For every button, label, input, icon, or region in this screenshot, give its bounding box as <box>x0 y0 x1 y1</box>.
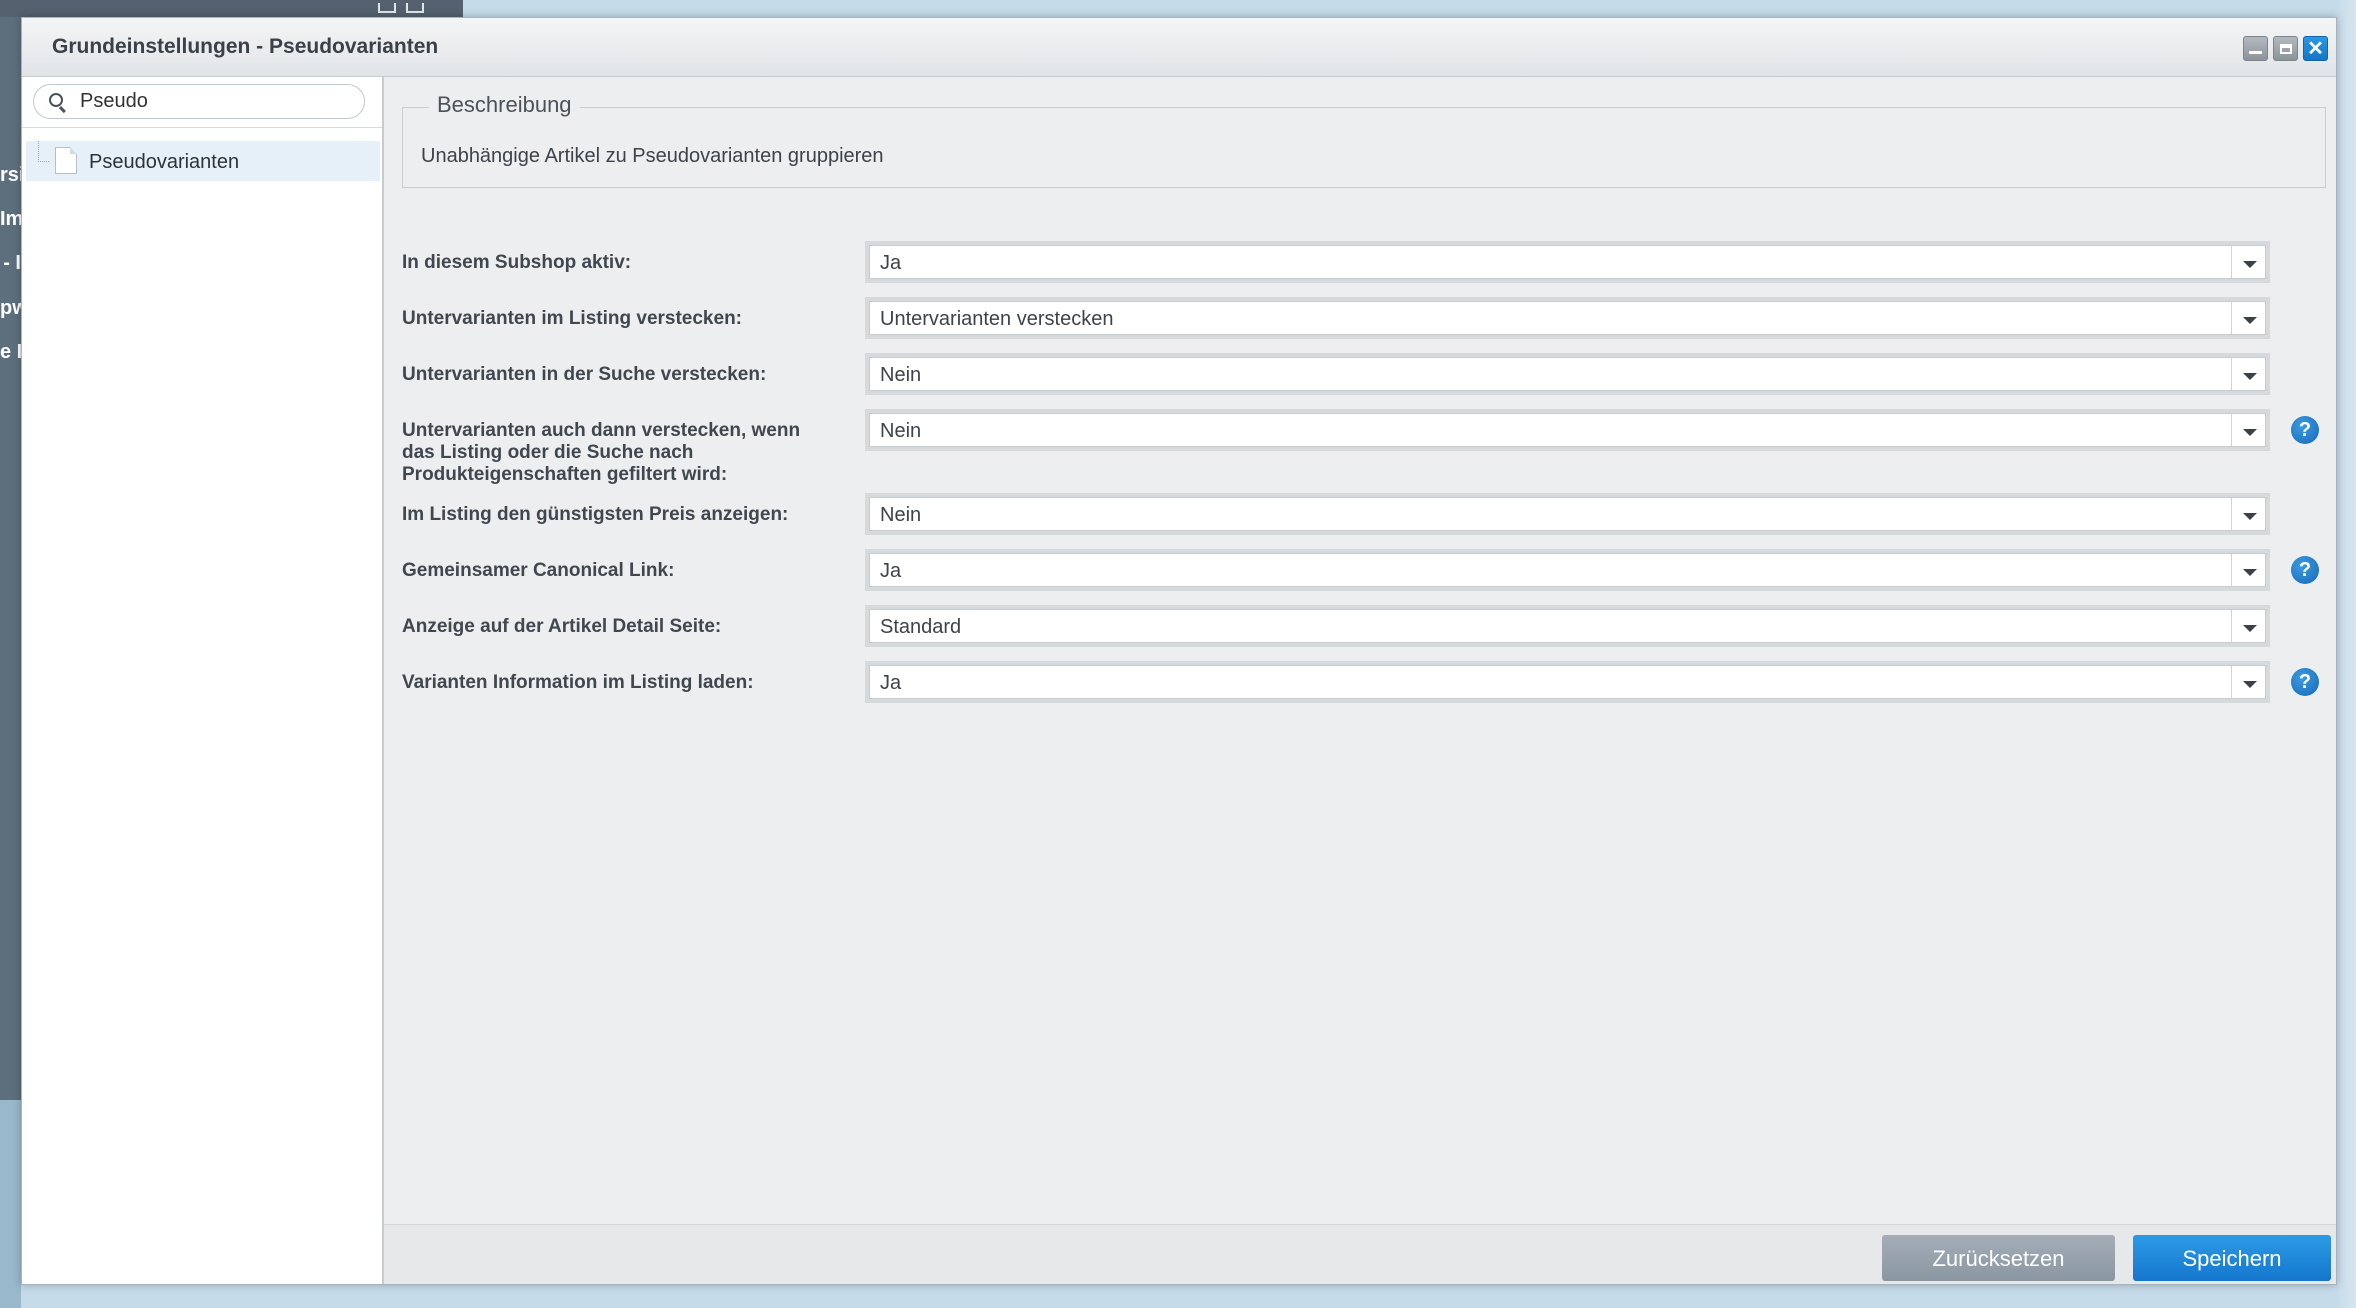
save-button[interactable]: Speichern <box>2133 1235 2331 1281</box>
background-peek-text: Im <box>0 208 21 230</box>
select-variant-info-listing[interactable]: Ja <box>865 661 2270 703</box>
select-value: Ja <box>880 252 902 274</box>
sidebar-divider <box>22 127 382 128</box>
description-text: Unabhängige Artikel zu Pseudovarianten g… <box>421 145 884 167</box>
field-label-hide-when-filtered: Untervarianten auch dann verstecken, wen… <box>402 420 801 485</box>
select-box[interactable]: Ja <box>869 553 2266 587</box>
sidebar: Pseudovarianten <box>22 77 384 1284</box>
settings-form: Beschreibung Unabhängige Artikel zu Pseu… <box>384 77 2336 1224</box>
chevron-down-icon[interactable] <box>2231 498 2265 530</box>
background-peek-text: - I <box>3 252 21 274</box>
document-icon <box>55 147 77 174</box>
select-box[interactable]: Nein <box>869 357 2266 391</box>
field-label-hide-subvariants-search: Untervarianten in der Suche verstecken: <box>402 364 767 385</box>
settings-window: Grundeinstellungen - Pseudovarianten ✕ P… <box>21 17 2337 1285</box>
help-icon[interactable]: ? <box>2291 668 2319 696</box>
select-hide-subvariants-search[interactable]: Nein <box>865 353 2270 395</box>
select-hide-subvariants-listing[interactable]: Untervarianten verstecken <box>865 297 2270 339</box>
window-controls: ✕ <box>2243 36 2328 61</box>
close-button[interactable]: ✕ <box>2303 36 2328 61</box>
select-detail-page-display[interactable]: Standard <box>865 605 2270 647</box>
chevron-down-icon[interactable] <box>2231 246 2265 278</box>
field-label-cheapest-price: Im Listing den günstigsten Preis anzeige… <box>402 504 789 525</box>
help-icon[interactable]: ? <box>2291 416 2319 444</box>
tree-item-pseudovarianten[interactable]: Pseudovarianten <box>26 141 380 181</box>
select-value: Ja <box>880 672 902 694</box>
field-label-detail-page-display: Anzeige auf der Artikel Detail Seite: <box>402 616 722 637</box>
select-box[interactable]: Ja <box>869 245 2266 279</box>
chevron-down-icon[interactable] <box>2231 610 2265 642</box>
description-fieldset: Beschreibung Unabhängige Artikel zu Pseu… <box>402 92 2326 188</box>
search-input[interactable] <box>80 89 350 114</box>
field-label-canonical-link: Gemeinsamer Canonical Link: <box>402 560 675 581</box>
minimize-button[interactable] <box>2243 36 2268 61</box>
chevron-down-icon[interactable] <box>2231 666 2265 698</box>
close-icon: ✕ <box>2307 37 2324 60</box>
tree-item-label: Pseudovarianten <box>89 151 240 173</box>
background-peek-text: e I <box>0 341 21 363</box>
select-value: Nein <box>880 420 922 442</box>
background-window-topbar <box>0 0 463 17</box>
select-box[interactable]: Nein <box>869 413 2266 447</box>
chevron-down-icon[interactable] <box>2231 358 2265 390</box>
help-icon[interactable]: ? <box>2291 556 2319 584</box>
chevron-down-icon[interactable] <box>2231 302 2265 334</box>
background-peek-text: pw <box>0 297 21 319</box>
select-box[interactable]: Standard <box>869 609 2266 643</box>
description-legend: Beschreibung <box>429 92 580 118</box>
window-titlebar[interactable]: Grundeinstellungen - Pseudovarianten ✕ <box>22 18 2336 77</box>
select-box[interactable]: Untervarianten verstecken <box>869 301 2266 335</box>
select-value: Standard <box>880 616 962 638</box>
background-desktop-left-lower <box>0 1100 21 1308</box>
field-label-subshop-active: In diesem Subshop aktiv: <box>402 252 632 273</box>
search-field[interactable] <box>33 84 365 119</box>
field-label-variant-info-listing: Varianten Information im Listing laden: <box>402 672 754 693</box>
select-value: Nein <box>880 504 922 526</box>
reset-button[interactable]: Zurücksetzen <box>1882 1235 2115 1281</box>
window-title: Grundeinstellungen - Pseudovarianten <box>52 35 439 58</box>
field-label-hide-subvariants-listing: Untervarianten im Listing verstecken: <box>402 308 742 329</box>
background-window-icons <box>378 0 434 18</box>
select-box[interactable]: Ja <box>869 665 2266 699</box>
background-window-icon <box>378 3 396 13</box>
select-value: Ja <box>880 560 902 582</box>
background-desktop-right <box>2337 0 2356 1308</box>
select-canonical-link[interactable]: Ja <box>865 549 2270 591</box>
select-hide-when-filtered[interactable]: Nein <box>865 409 2270 451</box>
chevron-down-icon[interactable] <box>2231 554 2265 586</box>
background-window-icon <box>406 3 424 13</box>
search-icon <box>49 93 63 107</box>
select-cheapest-price[interactable]: Nein <box>865 493 2270 535</box>
background-peek-text: rsi <box>0 164 21 186</box>
select-box[interactable]: Nein <box>869 497 2266 531</box>
select-subshop-active[interactable]: Ja <box>865 241 2270 283</box>
select-value: Untervarianten verstecken <box>880 308 1114 330</box>
tree-connector <box>38 141 49 162</box>
maximize-button[interactable] <box>2273 36 2298 61</box>
chevron-down-icon[interactable] <box>2231 414 2265 446</box>
window-footer: Zurücksetzen Speichern <box>384 1224 2336 1284</box>
select-value: Nein <box>880 364 922 386</box>
